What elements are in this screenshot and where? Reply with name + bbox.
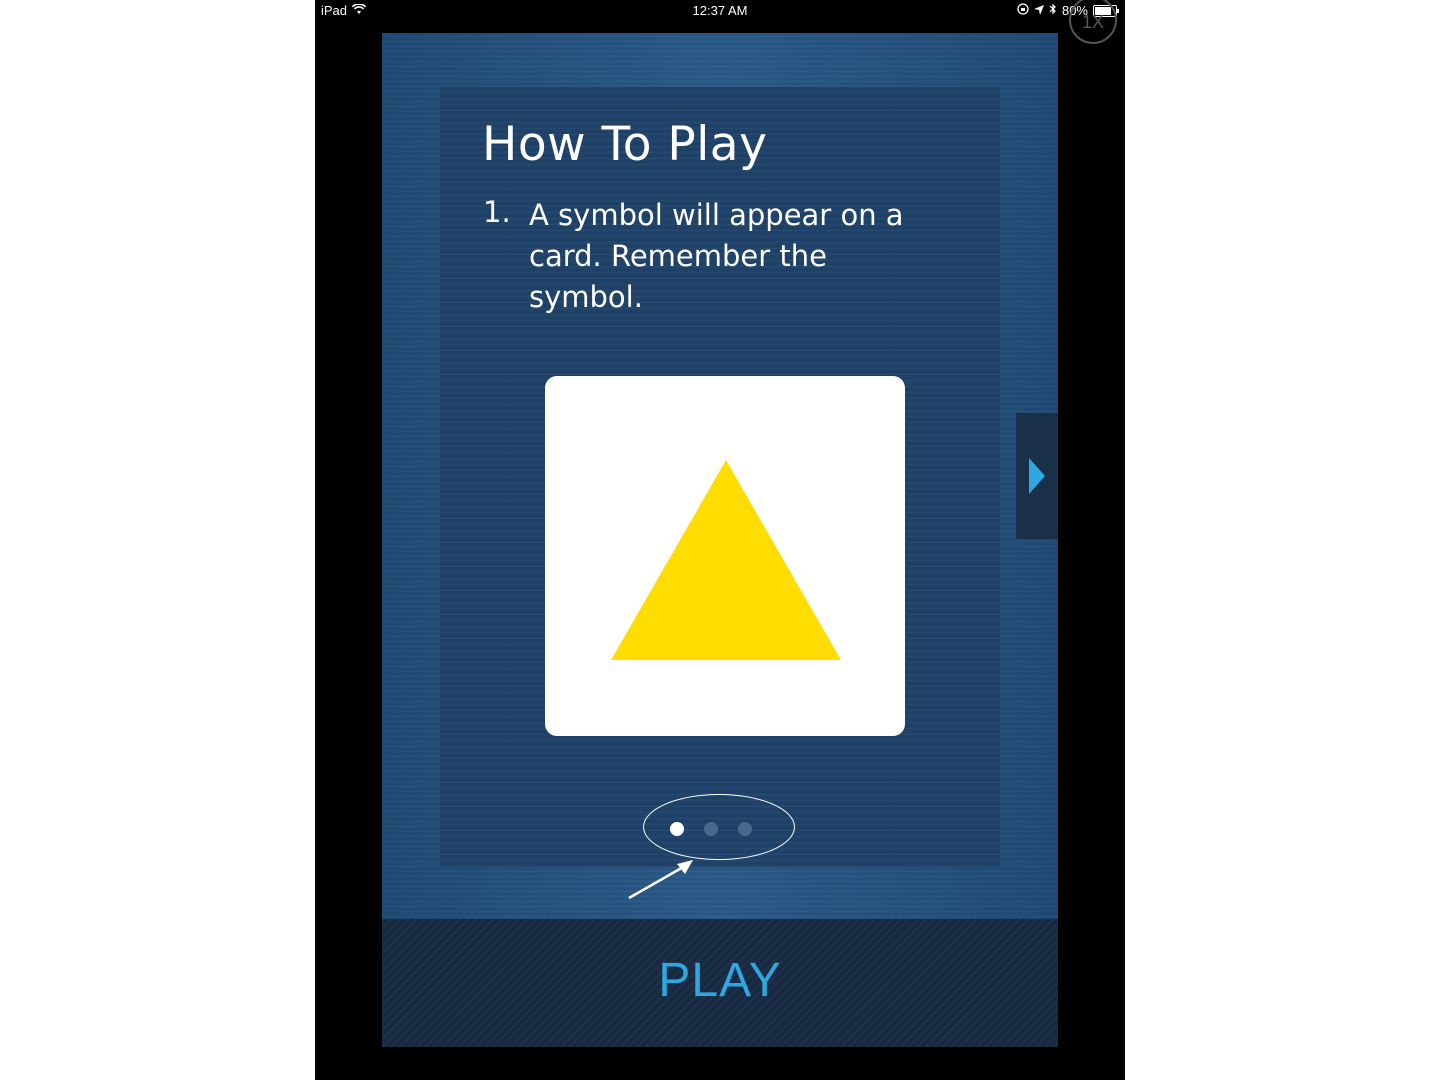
symbol-card — [545, 376, 905, 736]
status-time: 12:37 AM — [692, 3, 748, 18]
triangle-icon — [611, 460, 841, 660]
next-page-button[interactable] — [1016, 413, 1058, 539]
annotation-arrow-icon — [628, 860, 693, 900]
zoom-badge: 1X — [1069, 0, 1117, 44]
rotation-lock-icon — [1017, 3, 1029, 18]
play-bar: PLAY — [382, 919, 1058, 1047]
step-instruction: A symbol will appear on a card. Remember… — [529, 198, 904, 314]
step-number: 1. — [483, 195, 511, 229]
status-bar: iPad 12:37 AM 80% — [315, 0, 1125, 22]
chevron-right-icon — [1029, 458, 1045, 494]
location-icon — [1033, 3, 1044, 18]
game-screen: How To Play 1. A symbol will appear on a… — [382, 33, 1058, 1047]
ipad-screen: iPad 12:37 AM 80% 1X How To Play 1. A sy… — [315, 0, 1125, 1080]
how-to-play-panel: How To Play 1. A symbol will appear on a… — [440, 87, 1000, 900]
annotation-ellipse — [643, 794, 795, 860]
play-button[interactable]: PLAY — [658, 953, 781, 1008]
page-title: How To Play — [482, 117, 768, 172]
bluetooth-icon — [1049, 3, 1057, 18]
